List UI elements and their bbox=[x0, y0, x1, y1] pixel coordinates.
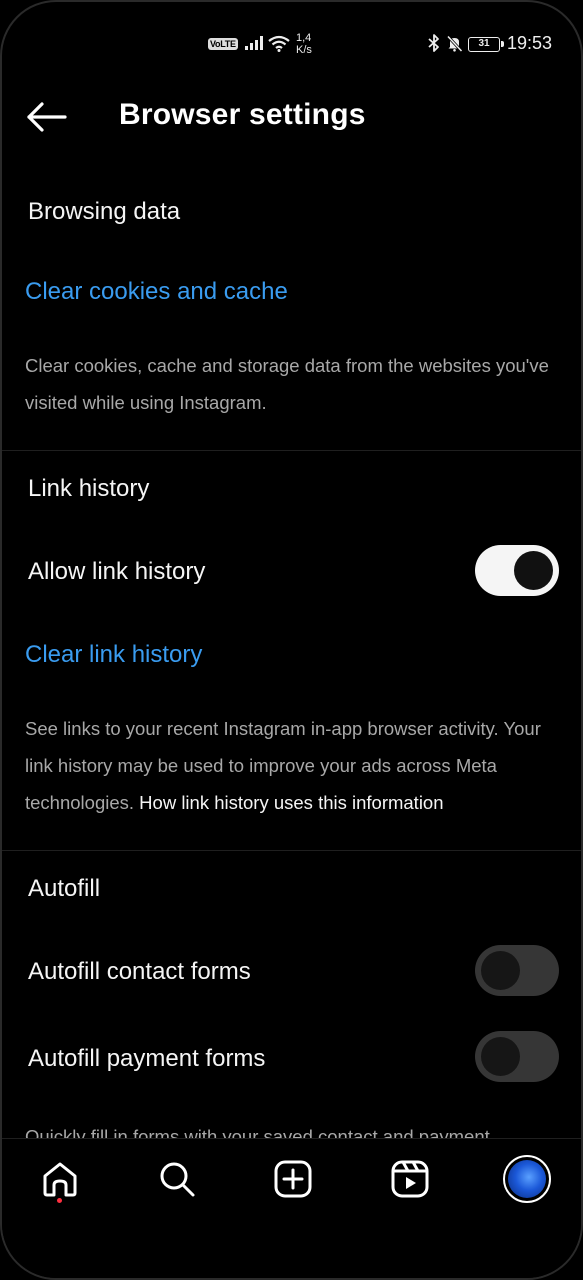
create-icon[interactable] bbox=[273, 1159, 313, 1199]
clear-cookies-link[interactable]: Clear cookies and cache bbox=[25, 278, 288, 306]
allow-link-history-label: Allow link history bbox=[28, 558, 206, 585]
section-divider bbox=[2, 850, 581, 851]
bluetooth-icon bbox=[428, 34, 439, 52]
profile-avatar[interactable] bbox=[503, 1155, 551, 1203]
status-bar: VoLTE 1,4 K/s 31 19:53 bbox=[2, 30, 581, 64]
link-history-info-link[interactable]: How link history uses this information bbox=[139, 792, 443, 813]
clock: 19:53 bbox=[507, 33, 553, 53]
browsing-data-heading: Browsing data bbox=[28, 198, 181, 225]
clear-link-history-link[interactable]: Clear link history bbox=[25, 641, 202, 669]
search-icon[interactable] bbox=[157, 1159, 197, 1199]
autofill-heading: Autofill bbox=[28, 875, 101, 902]
browsing-data-description: Clear cookies, cache and storage data fr… bbox=[25, 355, 549, 413]
autofill-payment-toggle[interactable] bbox=[475, 1031, 559, 1082]
link-history-description: See links to your recent Instagram in-ap… bbox=[25, 710, 555, 821]
bell-muted-icon bbox=[446, 35, 463, 52]
network-speed: 1,4 K/s bbox=[296, 32, 312, 56]
volte-badge: VoLTE bbox=[208, 38, 238, 50]
toggle-knob bbox=[481, 1037, 520, 1076]
link-history-heading: Link history bbox=[28, 475, 150, 502]
autofill-payment-label: Autofill payment forms bbox=[28, 1045, 266, 1072]
back-arrow-icon[interactable] bbox=[26, 100, 68, 134]
home-icon[interactable] bbox=[40, 1159, 80, 1199]
section-divider bbox=[2, 450, 581, 451]
notification-dot bbox=[57, 1198, 62, 1203]
toggle-knob bbox=[514, 551, 553, 590]
signal-icon bbox=[245, 36, 263, 50]
speed-unit: K/s bbox=[296, 44, 312, 56]
battery-icon: 31 bbox=[468, 37, 504, 52]
wifi-icon bbox=[268, 35, 290, 52]
phone-screen: VoLTE 1,4 K/s 31 19:53 Browser settings … bbox=[0, 0, 583, 1280]
allow-link-history-toggle[interactable] bbox=[475, 545, 559, 596]
autofill-contact-label: Autofill contact forms bbox=[28, 958, 251, 985]
page-title: Browser settings bbox=[119, 98, 366, 131]
speed-value: 1,4 bbox=[296, 32, 312, 44]
toggle-knob bbox=[481, 951, 520, 990]
bottom-nav bbox=[2, 1138, 581, 1278]
autofill-contact-toggle[interactable] bbox=[475, 945, 559, 996]
avatar-image bbox=[508, 1160, 546, 1198]
reels-icon[interactable] bbox=[390, 1159, 430, 1199]
autofill-description: Quickly fill in forms with your saved co… bbox=[25, 1126, 490, 1140]
